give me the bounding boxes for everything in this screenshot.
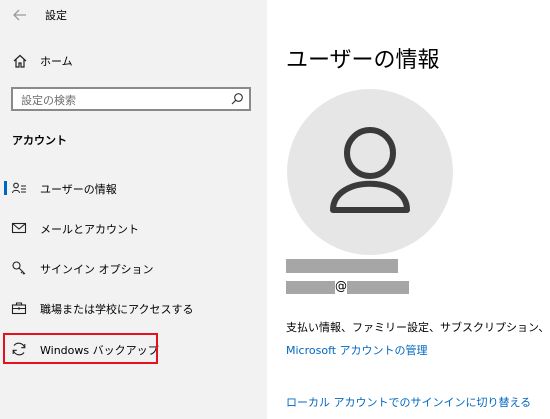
highlight-annotation-box xyxy=(3,333,158,364)
sidebar-item-signin-options[interactable]: サインイン オプション xyxy=(0,254,267,282)
sidebar-item-work-school[interactable]: 職場または学校にアクセスする xyxy=(0,294,267,322)
search-placeholder: 設定の検索 xyxy=(21,94,76,107)
settings-window: 設定 ホーム 設定の検索 アカウント ユーザーの情報 メールとアカウント サイン… xyxy=(0,0,550,419)
back-button[interactable] xyxy=(8,3,32,27)
app-title: 設定 xyxy=(45,9,67,22)
sidebar-item-label: 職場または学校にアクセスする xyxy=(40,303,194,316)
mail-icon xyxy=(11,222,27,234)
redacted-email-local xyxy=(286,281,335,294)
account-info-text: 支払い情報、ファミリー設定、サブスクリプション、セキュリティ xyxy=(286,321,550,334)
home-icon xyxy=(13,54,27,68)
sidebar-item-user-info[interactable]: ユーザーの情報 xyxy=(0,174,267,202)
key-icon xyxy=(12,261,26,275)
search-icon xyxy=(231,93,243,105)
sidebar: 設定 ホーム 設定の検索 アカウント ユーザーの情報 メールとアカウント サイン… xyxy=(0,0,267,419)
redacted-email-domain xyxy=(347,281,409,294)
nav-home[interactable]: ホーム xyxy=(0,48,267,74)
briefcase-icon xyxy=(11,302,27,315)
page-title: ユーザーの情報 xyxy=(286,48,440,73)
redacted-user-name xyxy=(286,259,398,273)
section-header-account: アカウント xyxy=(12,134,67,147)
avatar xyxy=(287,89,453,255)
email-at-sign: @ xyxy=(335,279,347,293)
manage-microsoft-account-link[interactable]: Microsoft アカウントの管理 xyxy=(286,342,428,358)
sidebar-item-label: サインイン オプション xyxy=(40,263,154,276)
title-bar: 設定 xyxy=(0,0,267,32)
selection-indicator xyxy=(4,181,7,195)
user-info-icon xyxy=(11,182,26,194)
sidebar-item-email-accounts[interactable]: メールとアカウント xyxy=(0,214,267,242)
sidebar-item-label: メールとアカウント xyxy=(40,223,139,236)
back-arrow-icon xyxy=(13,9,26,21)
sidebar-item-label: ユーザーの情報 xyxy=(40,183,117,196)
main-content: ユーザーの情報 @ 支払い情報、ファミリー設定、サブスクリプション、セキュリティ… xyxy=(267,0,550,419)
switch-to-local-account-link[interactable]: ローカル アカウントでのサインインに切り替える xyxy=(286,394,531,410)
nav-home-label: ホーム xyxy=(40,55,73,68)
search-input[interactable]: 設定の検索 xyxy=(11,87,251,111)
user-avatar-icon xyxy=(330,127,410,213)
